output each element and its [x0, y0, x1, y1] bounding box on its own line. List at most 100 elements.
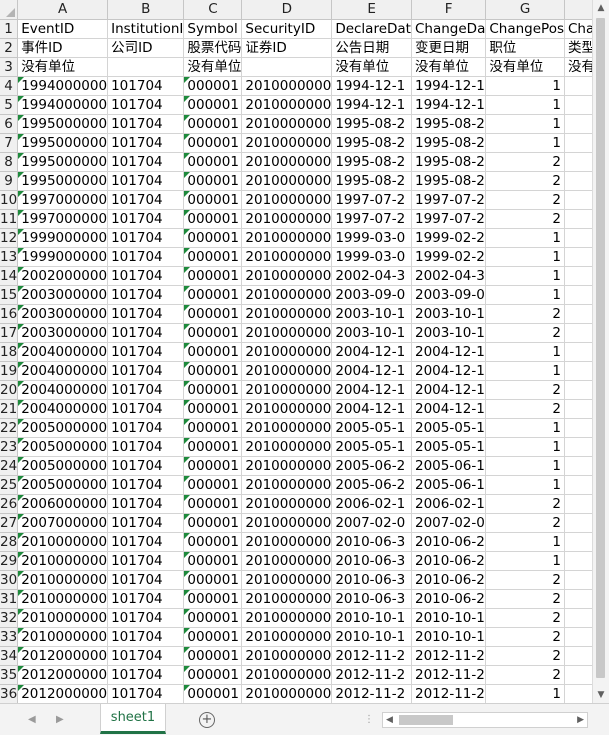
cell[interactable] [564, 285, 592, 305]
cell[interactable]: 101704 [107, 228, 185, 248]
cell[interactable]: 变更日期 [411, 38, 487, 58]
cell[interactable]: 000001 [183, 171, 243, 191]
cell[interactable]: 没有单位 [331, 57, 412, 77]
row-header[interactable]: 12 [0, 228, 19, 248]
cell[interactable]: 2005-06-2 [331, 475, 412, 495]
column-header-c[interactable]: C [183, 0, 243, 20]
row-header[interactable]: 17 [0, 323, 19, 343]
cell[interactable]: 2004-12-1 [411, 380, 487, 400]
row-header[interactable]: 13 [0, 247, 19, 267]
cell[interactable]: 1999-02-2 [411, 247, 487, 267]
cell[interactable]: 000001 [183, 570, 243, 590]
cell[interactable]: 没有单位 [485, 57, 565, 77]
column-header-h[interactable]: H [564, 0, 592, 20]
cell[interactable]: 101704 [107, 76, 185, 96]
cell[interactable]: 1995000000 [17, 152, 109, 172]
cell[interactable]: 2010000000 [241, 266, 333, 286]
cell[interactable]: 1995-08-2 [411, 133, 487, 153]
scroll-left-arrow-icon[interactable]: ◀ [386, 713, 393, 727]
cell[interactable]: 101704 [107, 608, 185, 628]
cell[interactable]: 101704 [107, 342, 185, 362]
cell[interactable] [564, 304, 592, 324]
cell[interactable]: 101704 [107, 247, 185, 267]
cell[interactable]: 1997000000 [17, 209, 109, 229]
cell[interactable]: 1 [485, 266, 565, 286]
cell[interactable]: 1 [485, 228, 565, 248]
cell[interactable]: 000001 [183, 608, 243, 628]
cell[interactable] [564, 342, 592, 362]
cell[interactable] [564, 456, 592, 476]
cell[interactable]: 000001 [183, 627, 243, 647]
cell[interactable]: 000001 [183, 437, 243, 457]
cell[interactable] [564, 361, 592, 381]
cell[interactable]: 1 [485, 285, 565, 305]
row-header[interactable]: 6 [0, 114, 19, 134]
cell[interactable]: 2012-11-2 [331, 684, 412, 703]
cell[interactable]: 2012-11-2 [331, 665, 412, 685]
cell[interactable]: 类型 [564, 38, 592, 58]
cell[interactable]: 1997000000 [17, 190, 109, 210]
cell[interactable]: 2010000000 [241, 380, 333, 400]
row-header[interactable]: 31 [0, 589, 19, 609]
cell[interactable]: 2010-06-3 [331, 570, 412, 590]
row-header[interactable]: 3 [0, 57, 19, 77]
cell[interactable]: 2 [485, 323, 565, 343]
cell[interactable]: 1 [485, 475, 565, 495]
cell[interactable]: 2007000000 [17, 513, 109, 533]
cell[interactable]: 2010000000 [241, 76, 333, 96]
cell[interactable] [564, 437, 592, 457]
next-sheet-icon[interactable]: ▶ [56, 714, 64, 725]
cell[interactable]: 2 [485, 627, 565, 647]
cell[interactable]: 101704 [107, 570, 185, 590]
cell[interactable]: 2003000000 [17, 323, 109, 343]
cell[interactable]: 2004-12-1 [411, 399, 487, 419]
cell[interactable]: 2005000000 [17, 437, 109, 457]
cell[interactable]: 证券ID [241, 38, 333, 58]
cell[interactable]: 101704 [107, 361, 185, 381]
cell[interactable]: 2 [485, 399, 565, 419]
row-header[interactable]: 36 [0, 684, 19, 703]
cell[interactable]: 2010000000 [241, 532, 333, 552]
cell[interactable]: 2005-06-1 [411, 475, 487, 495]
row-header[interactable]: 2 [0, 38, 19, 58]
cell[interactable]: Symbol [183, 19, 243, 39]
cell[interactable]: 2012-11-2 [411, 665, 487, 685]
cell[interactable]: 没有单位 [411, 57, 487, 77]
cell[interactable]: 2010000000 [17, 532, 109, 552]
cell[interactable]: 2 [485, 152, 565, 172]
cell[interactable]: 000001 [183, 684, 243, 703]
cell[interactable]: 2004000000 [17, 361, 109, 381]
cell[interactable]: 1 [485, 342, 565, 362]
cell[interactable]: 没有单位 [17, 57, 109, 77]
cell[interactable]: 2005-06-1 [411, 456, 487, 476]
cell[interactable]: 000001 [183, 76, 243, 96]
cell[interactable]: 1994-12-1 [331, 76, 412, 96]
row-header[interactable]: 30 [0, 570, 19, 590]
cell[interactable]: 1995-08-2 [411, 114, 487, 134]
cell[interactable]: 2 [485, 608, 565, 628]
row-header[interactable]: 21 [0, 399, 19, 419]
cell[interactable]: 1995-08-2 [331, 171, 412, 191]
cell[interactable]: 2010000000 [17, 627, 109, 647]
cell[interactable]: 2010000000 [241, 608, 333, 628]
cell[interactable] [564, 627, 592, 647]
cell[interactable]: 2010000000 [241, 133, 333, 153]
cell[interactable]: 000001 [183, 304, 243, 324]
cell[interactable]: 2 [485, 665, 565, 685]
cell[interactable]: 000001 [183, 285, 243, 305]
cell[interactable]: 2003000000 [17, 304, 109, 324]
row-header[interactable]: 32 [0, 608, 19, 628]
cell[interactable]: 2005-05-1 [411, 418, 487, 438]
cell[interactable]: 2010-06-2 [411, 589, 487, 609]
row-header[interactable]: 24 [0, 456, 19, 476]
cell[interactable] [564, 380, 592, 400]
cell[interactable]: 000001 [183, 532, 243, 552]
cell[interactable]: 2010-10-1 [331, 627, 412, 647]
row-header[interactable]: 4 [0, 76, 19, 96]
cell[interactable]: 没有单位 [564, 57, 592, 77]
cell[interactable]: 没有单位 [183, 57, 243, 77]
cell[interactable]: 2010000000 [241, 418, 333, 438]
row-header[interactable]: 14 [0, 266, 19, 286]
cell[interactable]: 2 [485, 646, 565, 666]
cell[interactable]: 1995-08-2 [411, 152, 487, 172]
